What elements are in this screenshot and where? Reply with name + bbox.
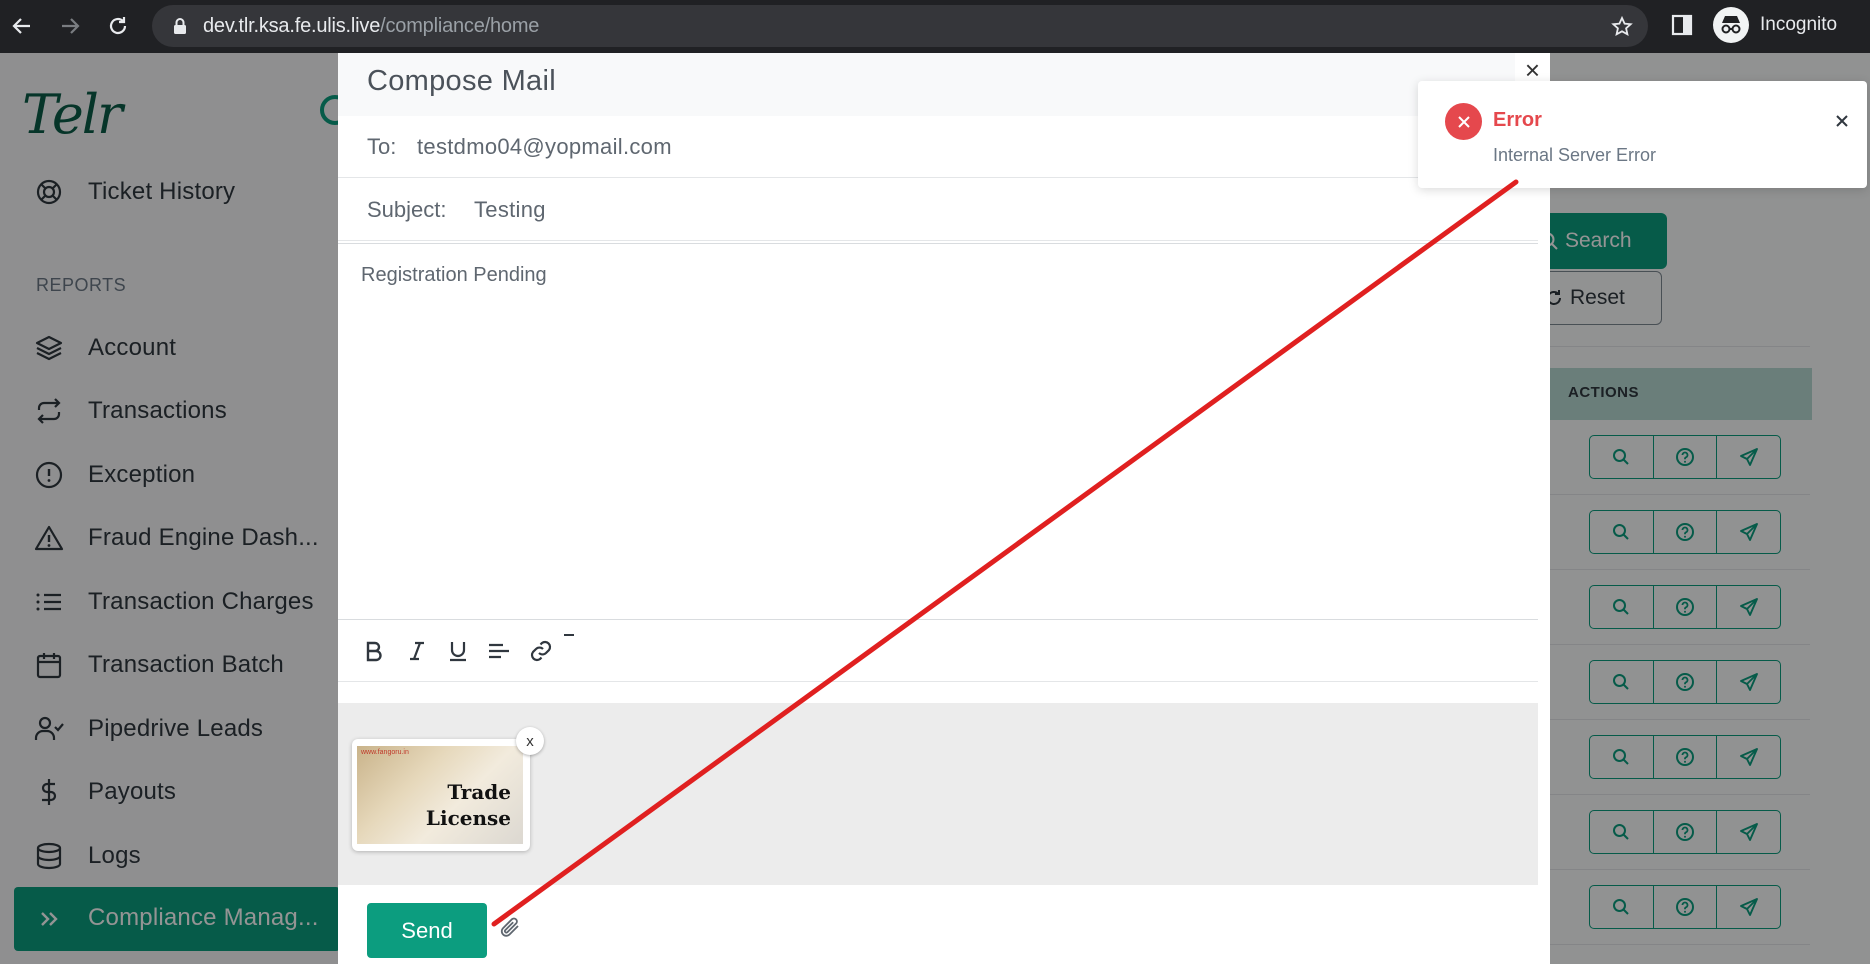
toast-close-button[interactable] — [1830, 109, 1854, 133]
lock-icon — [174, 18, 186, 34]
remove-attachment-button[interactable]: x — [516, 727, 544, 755]
reload-icon — [109, 17, 127, 35]
url-path: /compliance/home — [380, 15, 540, 37]
italic-button[interactable] — [404, 638, 430, 664]
incognito-label: Incognito — [1760, 14, 1838, 35]
incognito-profile[interactable]: Incognito — [1713, 7, 1837, 43]
toast-title: Error — [1493, 109, 1542, 131]
browser-toolbar: dev.tlr.ksa.fe.ulis.live/compliance/home… — [0, 0, 1870, 53]
to-field[interactable]: testdmo04@yopmail.com — [417, 134, 672, 160]
bookmark-star-icon[interactable] — [1610, 15, 1634, 39]
subject-label: Subject: — [367, 197, 447, 222]
bold-icon — [366, 641, 382, 662]
attachment-area: www.fangoru.in Trade License x — [338, 703, 1538, 885]
link-icon — [530, 640, 552, 662]
error-icon — [1445, 103, 1482, 140]
italic-icon — [410, 641, 424, 661]
toolbar-overflow-mark — [564, 634, 574, 636]
reload-button[interactable] — [102, 10, 134, 42]
link-button[interactable] — [528, 638, 554, 664]
attachment-line-2: License — [425, 806, 511, 830]
forward-button[interactable] — [54, 10, 86, 42]
modal-header: Compose Mail — [338, 53, 1550, 116]
error-toast: Error Internal Server Error — [1418, 81, 1867, 188]
compose-mail-modal: Compose Mail × To: testdmo04@yopmail.com… — [338, 53, 1550, 964]
url-host: dev.tlr.ksa.fe.ulis.live — [203, 15, 381, 37]
incognito-icon — [1713, 7, 1749, 43]
attachment-site-text: www.fangoru.in — [361, 749, 409, 756]
message-body-text: Registration Pending — [361, 264, 547, 286]
paperclip-icon[interactable] — [498, 915, 524, 941]
address-bar[interactable]: dev.tlr.ksa.fe.ulis.live/compliance/home — [152, 5, 1648, 47]
align-left-icon — [489, 643, 509, 659]
underline-icon — [450, 642, 466, 662]
subject-field-row: Subject: Testing — [338, 179, 1538, 241]
toast-message: Internal Server Error — [1493, 145, 1657, 165]
side-panel-icon[interactable] — [1671, 14, 1693, 36]
to-label: To: — [367, 134, 397, 159]
to-field-row: To: testdmo04@yopmail.com — [338, 116, 1538, 178]
bold-button[interactable] — [361, 638, 387, 664]
send-button[interactable]: Send — [367, 903, 487, 958]
back-button[interactable] — [6, 10, 38, 42]
arrow-left-icon — [12, 18, 30, 34]
modal-title: Compose Mail — [367, 65, 556, 97]
formatting-toolbar — [338, 620, 1538, 682]
align-button[interactable] — [486, 638, 512, 664]
underline-button[interactable] — [445, 638, 471, 664]
arrow-right-icon — [62, 18, 80, 34]
attachment-thumbnail[interactable]: www.fangoru.in Trade License — [352, 739, 530, 851]
attachment-image: www.fangoru.in Trade License — [357, 746, 523, 844]
message-body-editor[interactable]: Registration Pending — [338, 243, 1538, 620]
close-icon — [1836, 115, 1848, 127]
url-text: dev.tlr.ksa.fe.ulis.live/compliance/home — [203, 15, 539, 38]
attachment-line-1: Trade — [447, 780, 511, 804]
subject-field[interactable]: Testing — [474, 197, 546, 223]
